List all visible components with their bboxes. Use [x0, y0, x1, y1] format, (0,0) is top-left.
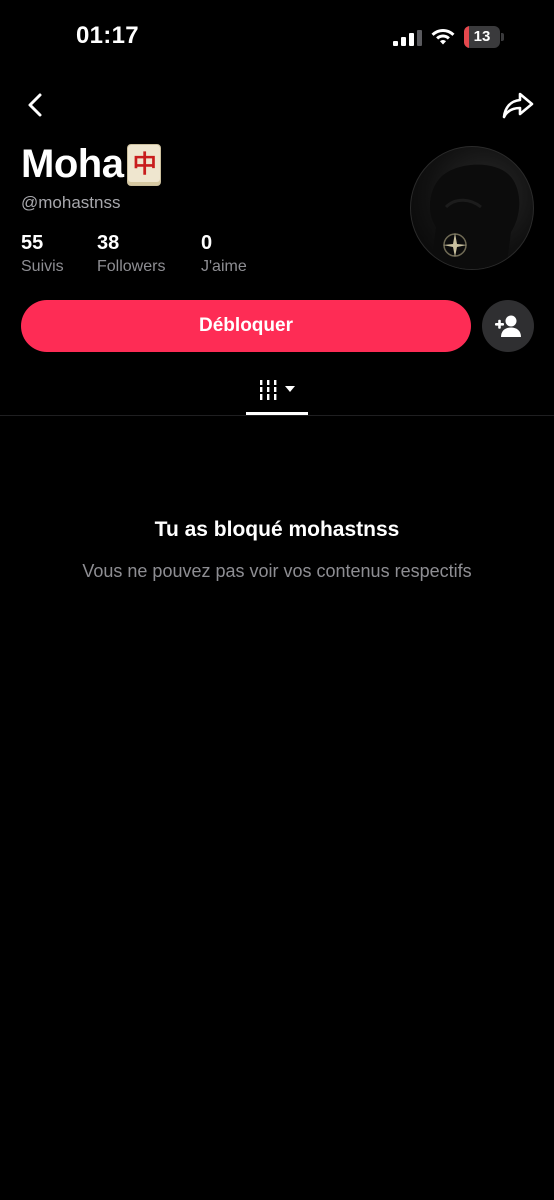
blocked-title: Tu as bloqué mohastnss: [154, 518, 400, 541]
battery-level: 13: [473, 28, 491, 45]
tab-divider: [0, 415, 554, 416]
blocked-subtitle: Vous ne pouvez pas voir vos contenus res…: [82, 561, 472, 581]
status-time: 01:17: [76, 22, 139, 49]
stat-following-label: Suivis: [21, 258, 64, 275]
add-friend-button[interactable]: [482, 300, 534, 352]
videos-grid-icon: [258, 380, 295, 400]
stat-following[interactable]: 55 Suivis: [21, 232, 64, 276]
share-button[interactable]: [500, 88, 536, 122]
stat-likes-label: J'aime: [201, 258, 247, 275]
avatar[interactable]: [410, 146, 534, 270]
add-friend-icon: [495, 315, 521, 337]
mahjong-emoji-icon: 中: [127, 143, 162, 186]
battery-indicator: 13: [464, 26, 504, 48]
stat-followers-value: 38: [97, 232, 120, 254]
profile-display-name-row: Moha 中: [21, 142, 162, 187]
profile-display-name: Moha: [21, 142, 124, 186]
wifi-icon: [431, 29, 455, 45]
stat-likes-value: 0: [201, 232, 213, 254]
stat-likes[interactable]: 0 J'aime: [201, 232, 247, 276]
cellular-signal-icon: [393, 30, 422, 46]
profile-username: @mohastnss: [21, 193, 121, 212]
caret-down-icon: [285, 386, 295, 392]
avatar-image: [429, 164, 520, 269]
tab-videos[interactable]: [246, 372, 308, 416]
stat-followers[interactable]: 38 Followers: [97, 232, 165, 276]
stat-followers-label: Followers: [97, 258, 166, 275]
stat-following-value: 55: [21, 232, 44, 254]
back-button[interactable]: [20, 88, 52, 122]
unblock-button[interactable]: Débloquer: [21, 300, 471, 352]
